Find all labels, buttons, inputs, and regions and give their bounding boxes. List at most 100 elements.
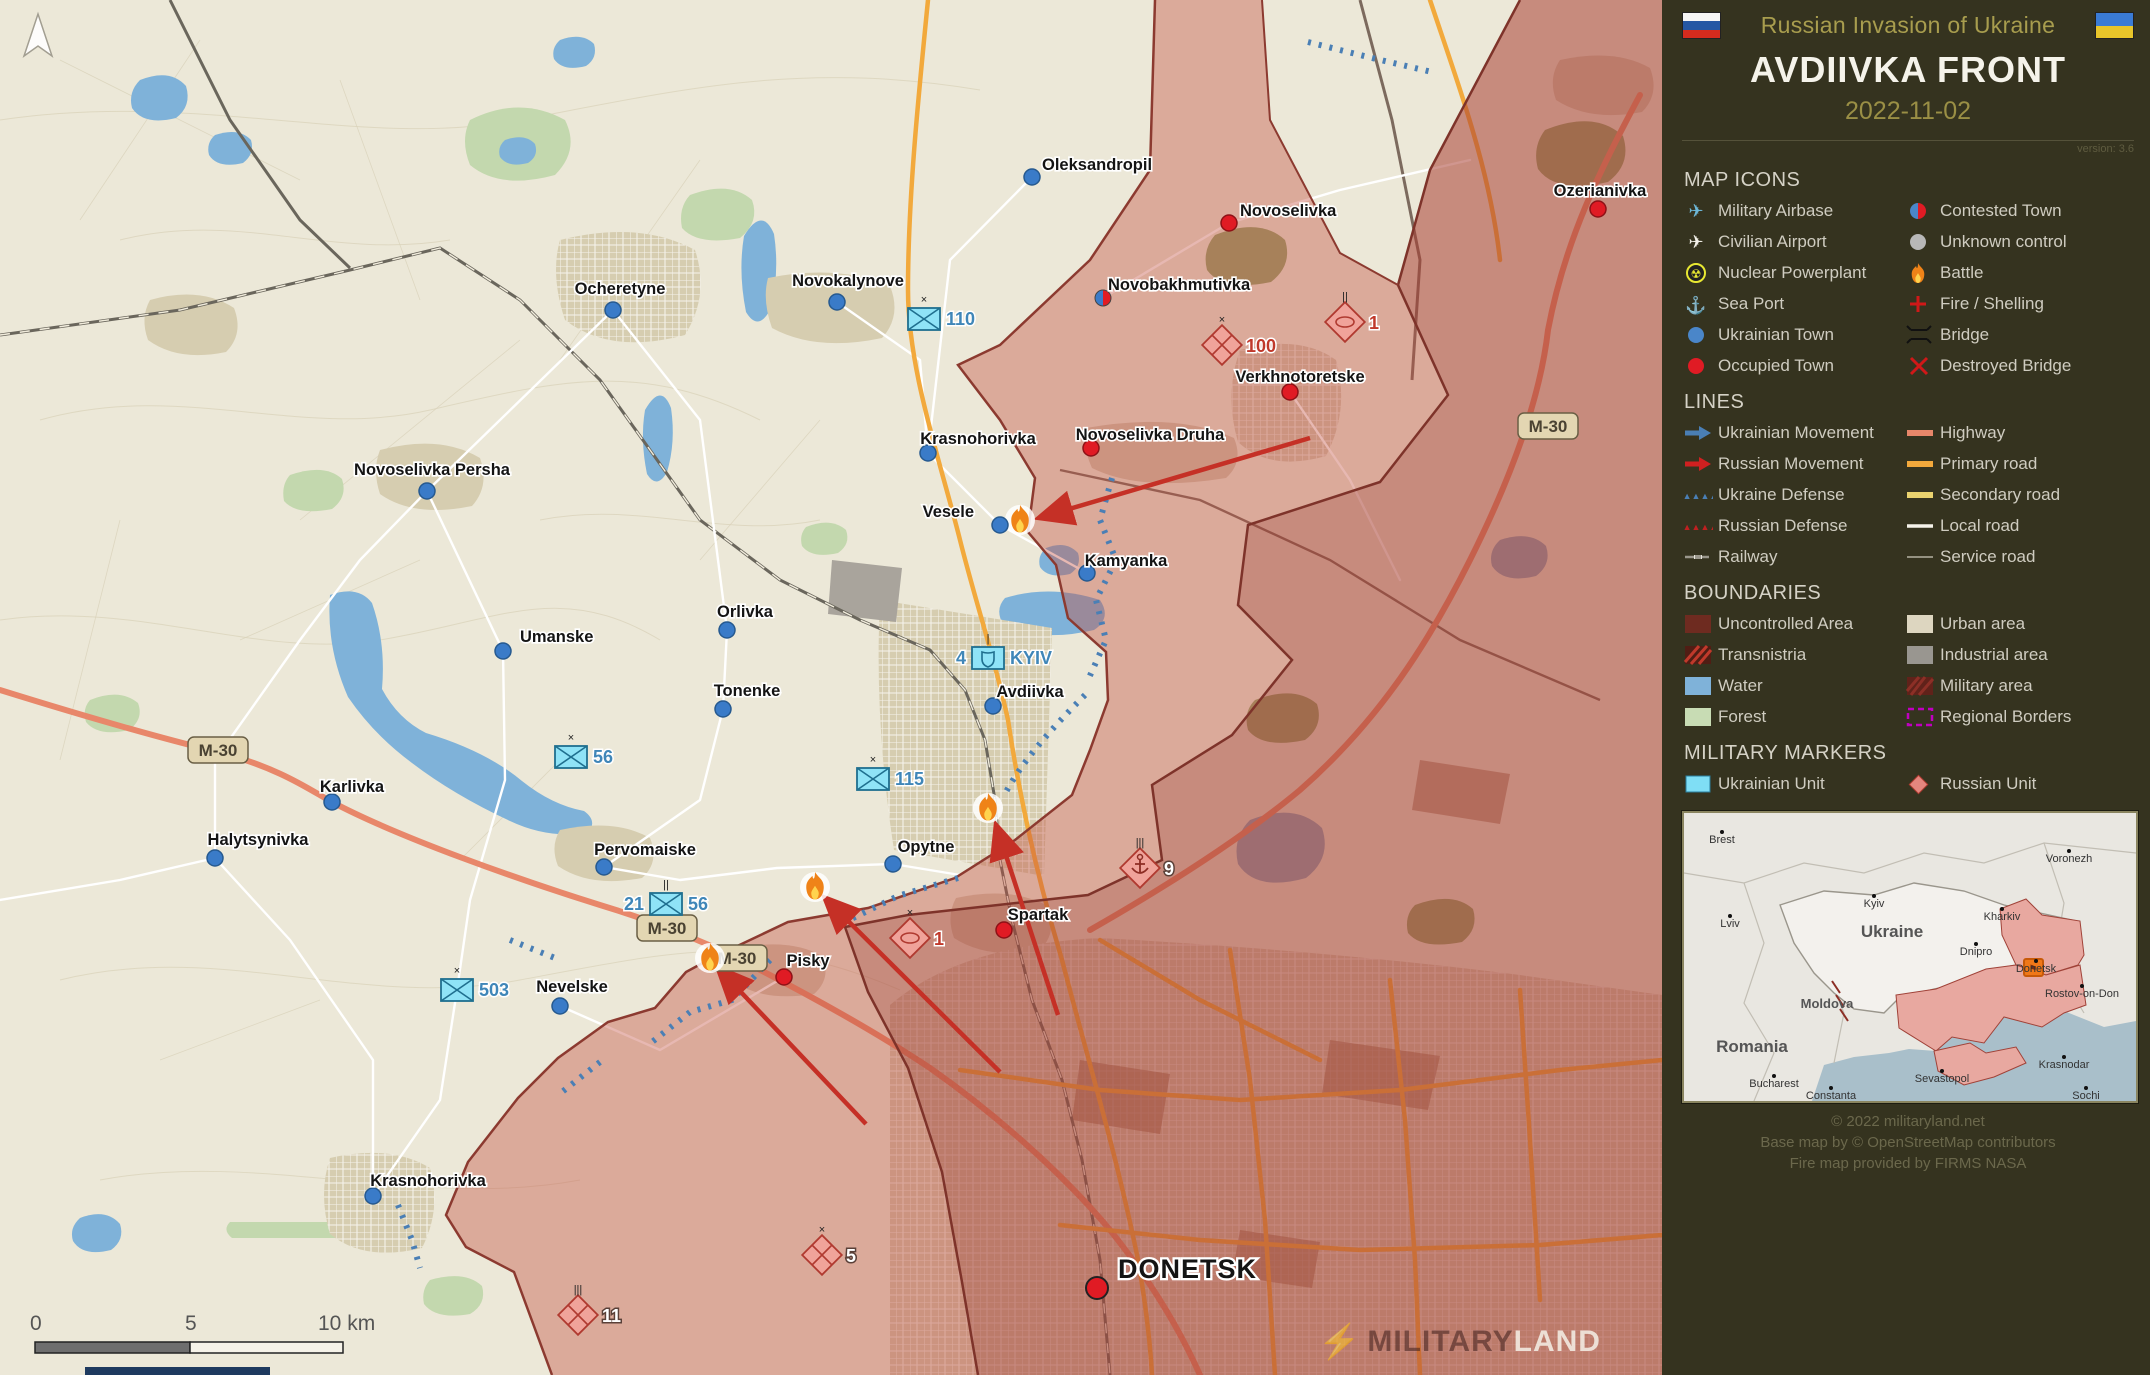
svg-text:21: 21: [624, 894, 644, 914]
primary-icon: [1905, 453, 1935, 475]
svg-text:||: ||: [1342, 291, 1348, 303]
legend-label: Uncontrolled Area: [1718, 614, 1904, 634]
bridge-icon: [1905, 324, 1935, 346]
credit-line: Fire map provided by FIRMS NASA: [1682, 1153, 2134, 1174]
map-title: AVDIIVKA FRONT: [1682, 49, 2134, 91]
legend-sidebar: Russian Invasion of Ukraine AVDIIVKA FRO…: [1662, 0, 2150, 1375]
russia-flag-icon: [1682, 12, 1721, 39]
sw-industrial-icon: [1905, 644, 1935, 666]
overview-minimap[interactable]: ⚑ BrestVoronezhKyivLvivKharkivUkraineDni…: [1682, 811, 2138, 1103]
svg-text:M-30: M-30: [648, 919, 687, 938]
legend-label: Transnistria: [1718, 645, 1904, 665]
minimap-place-label: Romania: [1716, 1037, 1788, 1056]
legend-label: Ukrainian Movement: [1718, 423, 1904, 443]
legend-label: Sea Port: [1718, 294, 1904, 314]
svg-text:100: 100: [1246, 336, 1276, 356]
legend-label: Highway: [1940, 423, 2134, 443]
legend-label: Nuclear Powerplant: [1718, 263, 1904, 283]
svg-text:Vesele: Vesele: [923, 503, 974, 521]
sw-regional-icon: [1905, 706, 1935, 728]
industrial-area-avdiivka: [828, 560, 902, 622]
svg-text:✈: ✈: [1688, 201, 1703, 221]
svg-text:Nevelske: Nevelske: [536, 978, 608, 996]
svg-text:Pisky: Pisky: [786, 952, 830, 970]
svg-text:⚓: ⚓: [1685, 295, 1706, 315]
legend-label: Fire / Shelling: [1940, 294, 2134, 314]
svg-text:1: 1: [934, 929, 944, 949]
credit-line: Base map by © OpenStreetMap contributors: [1682, 1132, 2134, 1153]
svg-text:4: 4: [956, 648, 966, 668]
version-label: version: 3.6: [1682, 143, 2134, 155]
legend-label: Russian Defense: [1718, 516, 1904, 536]
svg-text:56: 56: [593, 747, 613, 767]
legend-label: Bridge: [1940, 325, 2134, 345]
legend-label: Military Airbase: [1718, 201, 1904, 221]
svg-text:Karlivka: Karlivka: [320, 778, 385, 796]
arrow-ua-icon: [1683, 422, 1713, 444]
svg-text:10 km: 10 km: [318, 1312, 375, 1335]
def-ua-icon: ▲▲▲▲▲: [1683, 484, 1713, 506]
legend-label: Forest: [1718, 707, 1904, 727]
battle-icon: [695, 943, 725, 973]
legend-label: Secondary road: [1940, 485, 2134, 505]
svg-text:×: ×: [1219, 314, 1225, 326]
legend-label: Ukraine Defense: [1718, 485, 1904, 505]
svg-text:×: ×: [568, 732, 574, 744]
sw-water-icon: [1683, 675, 1713, 697]
legend-label: Military area: [1940, 676, 2134, 696]
minimap-place-label: Voronezh: [2046, 853, 2092, 865]
svg-text:11: 11: [602, 1306, 621, 1326]
svg-text:M-30: M-30: [1529, 417, 1568, 436]
svg-text:Verkhnotoretske: Verkhnotoretske: [1235, 368, 1364, 386]
legend-section-title: LINES: [1684, 391, 2134, 414]
legend-label: Unknown control: [1940, 232, 2134, 252]
arrow-ru-icon: [1683, 453, 1713, 475]
legend-label: Water: [1718, 676, 1904, 696]
minimap-place-label: Lviv: [1720, 918, 1740, 930]
battle-icon: [800, 872, 830, 902]
svg-text:Ozerianivka: Ozerianivka: [1554, 182, 1647, 200]
minimap-place-label: Kyiv: [1864, 898, 1885, 910]
svg-text:9: 9: [1164, 859, 1174, 879]
svg-text:Krasnohorivka: Krasnohorivka: [920, 430, 1036, 448]
minimap-place-label: Bucharest: [1749, 1078, 1799, 1090]
app-window: M-30M-30M-30M-30×110×56×115||5621×503|KY…: [0, 0, 2150, 1375]
minimap-place-label: Sochi: [2072, 1090, 2100, 1101]
svg-text:Orlivka: Orlivka: [717, 603, 774, 621]
svg-text:503: 503: [479, 980, 509, 1000]
legend-section-title: MILITARY MARKERS: [1684, 742, 2134, 765]
svg-text:Opytne: Opytne: [898, 838, 955, 856]
sw-uncontrolled-icon: [1683, 613, 1713, 635]
svg-text:KYIV: KYIV: [1010, 648, 1052, 668]
svg-text:Tonenke: Tonenke: [714, 682, 781, 700]
fire-icon: [1905, 293, 1935, 315]
svg-text:✈: ✈: [1688, 232, 1703, 252]
svg-text:Ocheretyne: Ocheretyne: [575, 280, 666, 298]
legend-label: Ukrainian Town: [1718, 325, 1904, 345]
legend-label: Service road: [1940, 547, 2134, 567]
svg-text:|: |: [987, 633, 990, 645]
svg-text:×: ×: [454, 965, 460, 977]
ukraine-flag-icon: [2095, 12, 2134, 39]
svg-text:0: 0: [30, 1312, 42, 1335]
minimap-place-label: Dnipro: [1960, 946, 1992, 958]
map-canvas[interactable]: M-30M-30M-30M-30×110×56×115||5621×503|KY…: [0, 0, 1662, 1375]
svg-text:☢: ☢: [1691, 267, 1702, 281]
minimap-place-label: Brest: [1709, 834, 1735, 846]
svg-text:DONETSK: DONETSK: [1118, 1254, 1257, 1284]
legend-label: Urban area: [1940, 614, 2134, 634]
svg-text:110: 110: [946, 309, 975, 329]
svg-text:Novoselivka Persha: Novoselivka Persha: [354, 461, 511, 479]
sw-forest-icon: [1683, 706, 1713, 728]
svg-text:Pervomaiske: Pervomaiske: [594, 841, 696, 859]
sw-transnistria-icon: [1683, 644, 1713, 666]
legend-section-military-markers: MILITARY MARKERSUkrainian UnitRussian Un…: [1682, 742, 2134, 795]
legend-label: Regional Borders: [1940, 707, 2134, 727]
bridge-x-icon: [1905, 355, 1935, 377]
svg-text:▲▲▲▲▲: ▲▲▲▲▲: [1683, 522, 1713, 532]
legend-label: Industrial area: [1940, 645, 2134, 665]
legend-label: Ukrainian Unit: [1718, 774, 1904, 794]
minimap-place-label: Rostov-on-Don: [2045, 988, 2119, 1000]
legend-label: Contested Town: [1940, 201, 2134, 221]
svg-text:5: 5: [185, 1312, 197, 1335]
